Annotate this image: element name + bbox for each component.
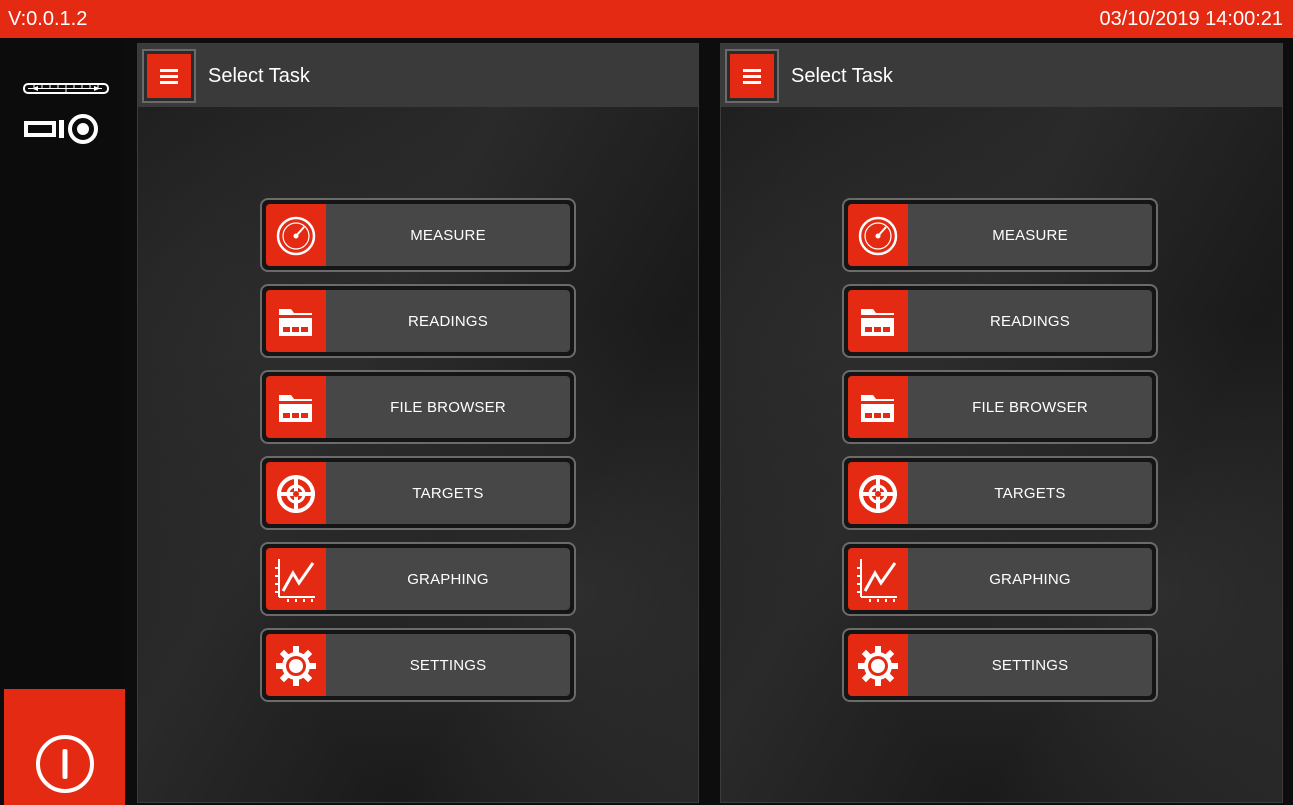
panel-title: Select Task [208,65,310,87]
task-label: SETTINGS [991,656,1069,674]
readings-button[interactable]: READINGS [260,284,576,358]
targets-button[interactable]: TARGETS [842,456,1158,530]
panel-header: Select Task [721,44,1282,107]
gear-icon [848,634,908,696]
folder-icon [848,376,908,438]
task-label: GRAPHING [407,570,489,588]
measure-button[interactable]: MEASURE [842,198,1158,272]
version-label: V:0.0.1.2 [8,8,88,30]
task-label: TARGETS [994,484,1066,502]
sidebar [0,38,125,805]
gear-icon [266,634,326,696]
laser-device-icon[interactable] [22,76,112,186]
folder-icon [266,376,326,438]
settings-button[interactable]: SETTINGS [842,628,1158,702]
target-icon [266,462,326,524]
task-label: SETTINGS [409,656,487,674]
measure-button[interactable]: MEASURE [260,198,576,272]
folder-icon [266,290,326,352]
datetime-label: 03/10/2019 14:00:21 [1099,8,1283,30]
file-browser-button[interactable]: FILE BROWSER [842,370,1158,444]
gauge-icon [266,204,326,266]
task-label: READINGS [990,312,1070,330]
settings-button[interactable]: SETTINGS [260,628,576,702]
graph-icon [848,548,908,610]
menu-button[interactable] [142,49,196,103]
graph-icon [266,548,326,610]
power-button[interactable] [4,689,125,805]
task-label: FILE BROWSER [390,398,506,416]
target-icon [848,462,908,524]
status-bar: V:0.0.1.2 03/10/2019 14:00:21 [0,0,1293,38]
menu-button[interactable] [725,49,779,103]
gauge-icon [848,204,908,266]
graphing-button[interactable]: GRAPHING [842,542,1158,616]
readings-button[interactable]: READINGS [842,284,1158,358]
task-label: TARGETS [412,484,484,502]
task-panel-left: Select Task MEASURE READINGS FILE BROWSE… [137,43,699,803]
folder-icon [848,290,908,352]
task-label: FILE BROWSER [972,398,1088,416]
panel-header: Select Task [138,44,698,107]
targets-button[interactable]: TARGETS [260,456,576,530]
task-label: MEASURE [410,226,486,244]
power-icon [36,735,94,793]
task-label: MEASURE [992,226,1068,244]
graphing-button[interactable]: GRAPHING [260,542,576,616]
task-label: GRAPHING [989,570,1071,588]
hamburger-menu-icon [730,54,774,98]
task-panel-right: Select Task MEASURE READINGS FILE BROWSE… [720,43,1283,803]
task-label: READINGS [408,312,488,330]
hamburger-menu-icon [147,54,191,98]
file-browser-button[interactable]: FILE BROWSER [260,370,576,444]
panel-title: Select Task [791,65,893,87]
